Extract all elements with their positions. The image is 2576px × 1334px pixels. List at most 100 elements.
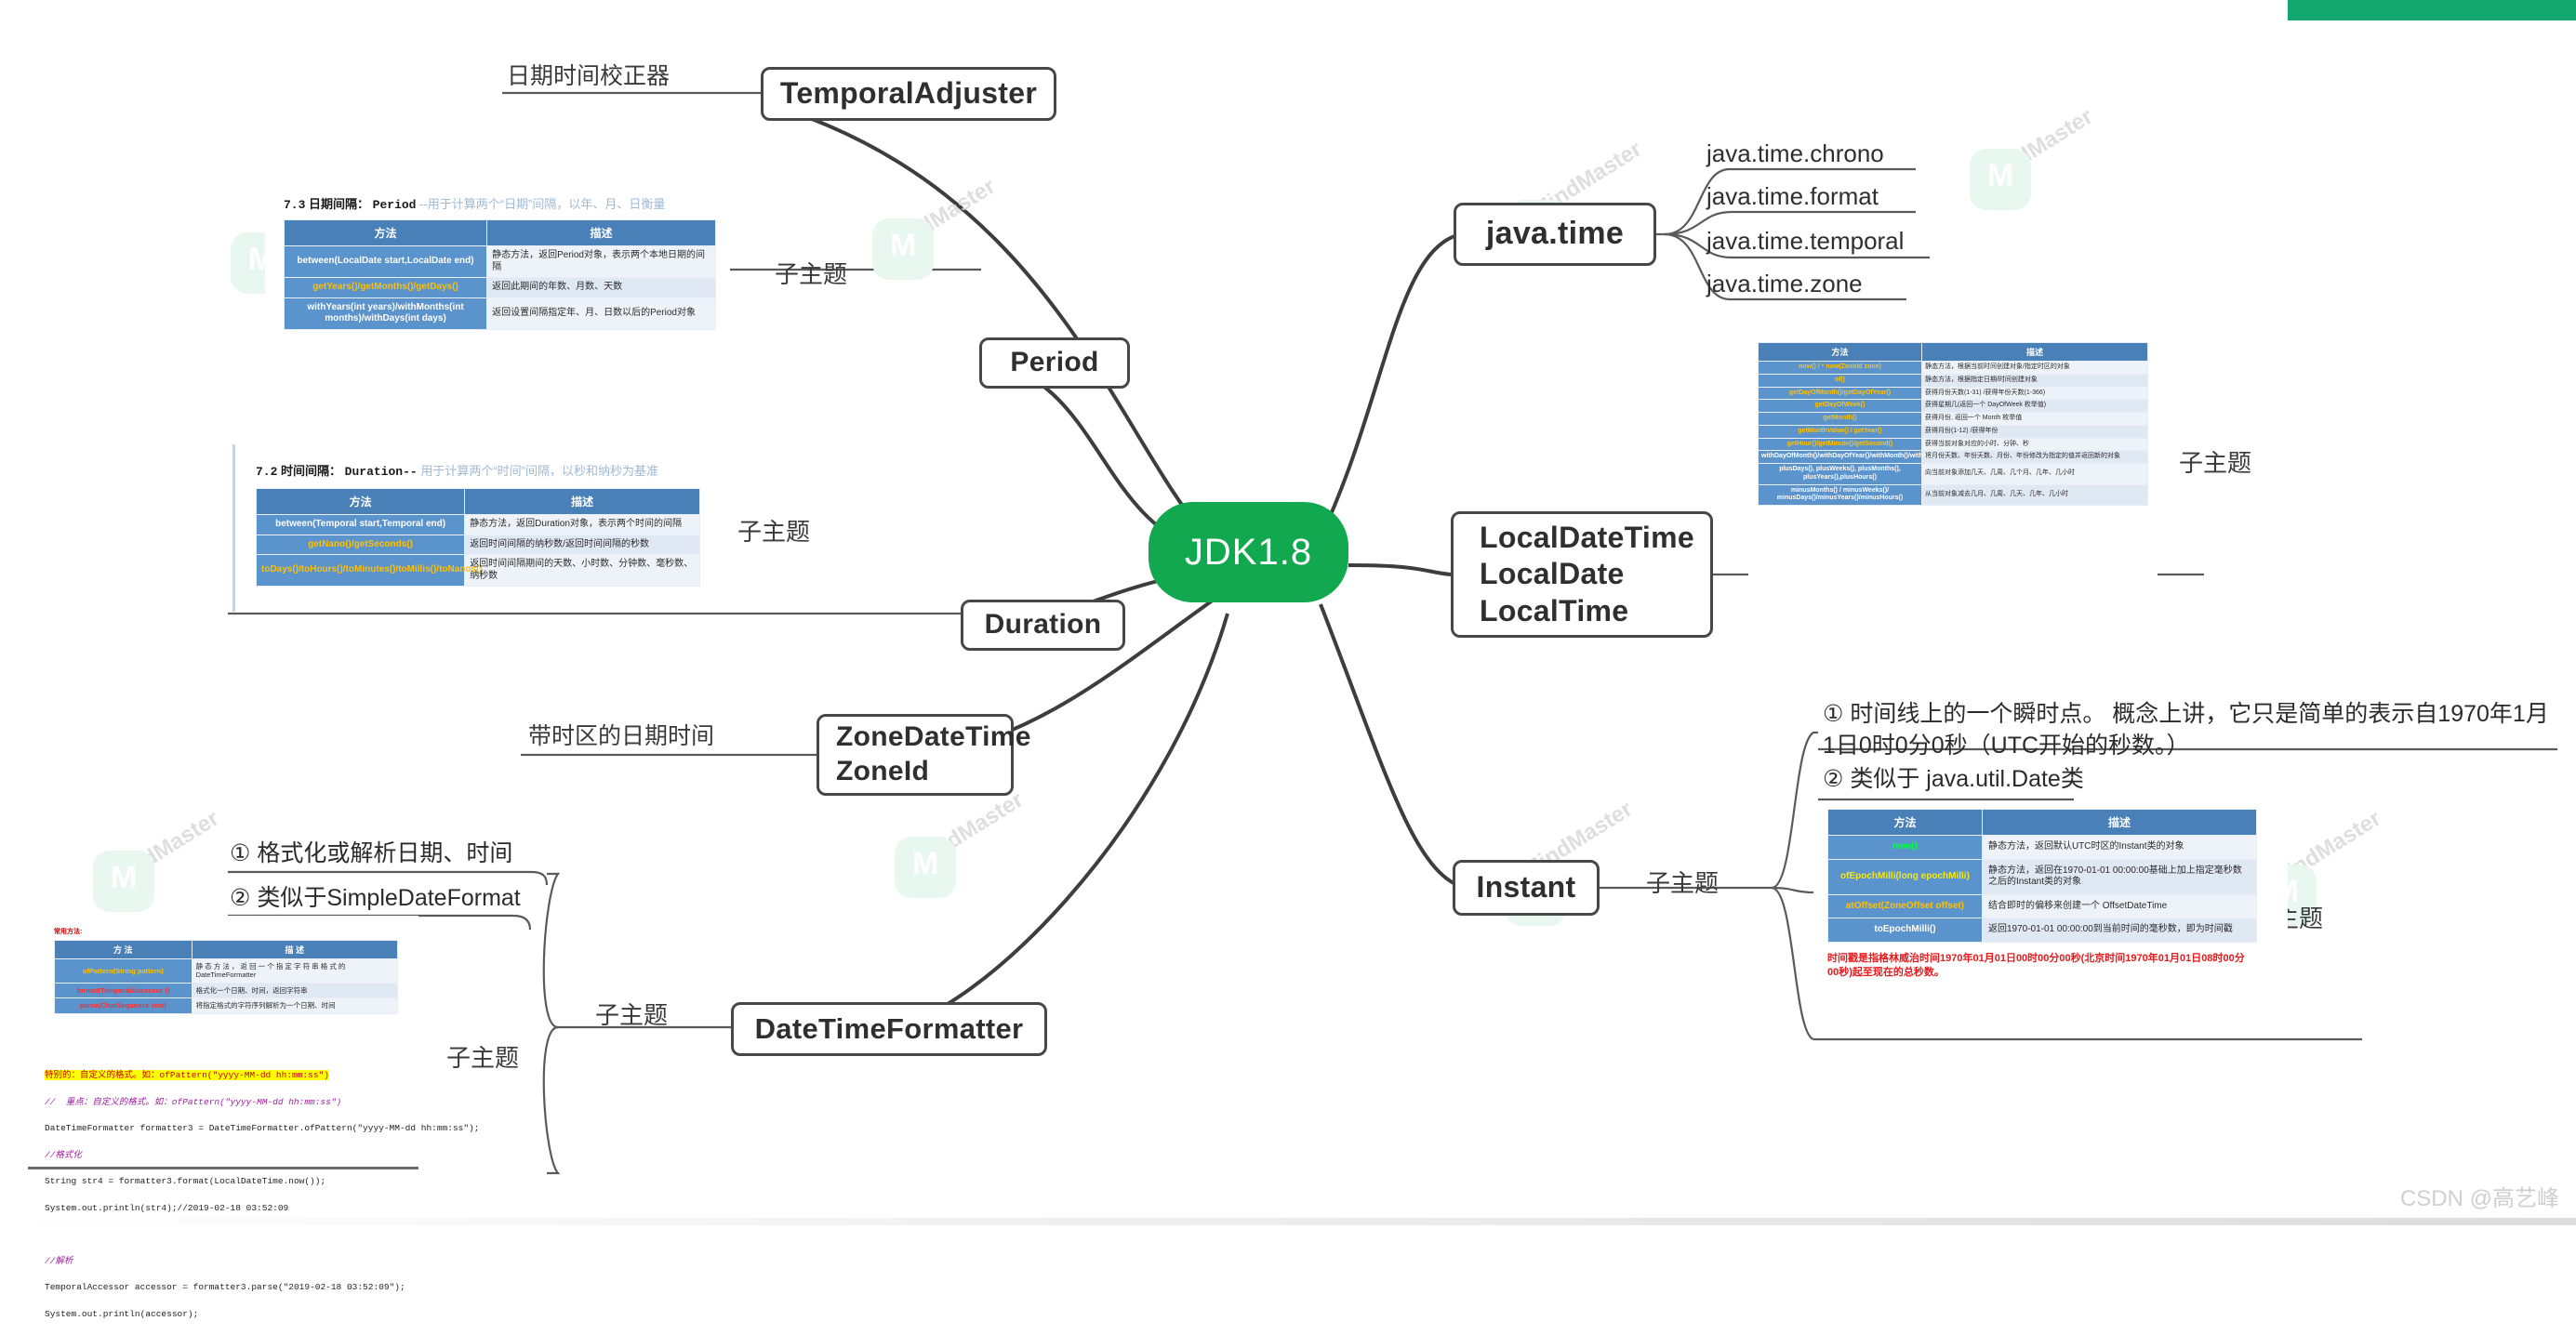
- table-row: toEpochMilli() 返回1970-01-01 00:00:00到当前时间…: [1827, 918, 2258, 943]
- node-duration[interactable]: Duration: [961, 600, 1125, 651]
- period-th-desc: 描述: [486, 219, 716, 246]
- caption-localdatetime: 子主题: [2179, 449, 2252, 477]
- top-accent-bar: [2288, 0, 2576, 20]
- code-line-3: //格式化: [45, 1149, 82, 1160]
- node-zonedatetime[interactable]: ZoneDateTime ZoneId: [817, 714, 1030, 796]
- table-row: toDays()/toHours()/toMinutes()/toMillis(…: [255, 554, 700, 587]
- node-period-label: Period: [1010, 347, 1099, 378]
- formatter-slide: 常用方法: 方 法 描 述 ofPattern(String pattern) 静…: [28, 916, 418, 1027]
- fmt-th-desc: 描 述: [191, 940, 399, 959]
- leaf-java-time-zone[interactable]: java.time.zone: [1706, 270, 1863, 298]
- ldt-row3-desc: 获得星期几(返回一个 DayOfWeek 枚举值): [1920, 399, 2149, 413]
- ldt-row6-desc: 获得当前对象对应的小时、分钟、秒: [1920, 437, 2149, 452]
- period-row0-desc: 静态方法，返回Period对象，表示两个本地日期的间隔: [486, 245, 716, 278]
- ldt-row6-method: getHour()/getMinute()/getSecond(): [1758, 437, 1922, 452]
- instant-method-table: 方法 描述 now() 静态方法，返回默认UTC时区的Instant类的对象 of…: [1827, 809, 2258, 943]
- node-java-time[interactable]: java.time: [1454, 203, 1656, 266]
- table-row: parse(CharSequence text) 将指定格式的字符序列解析为一个日…: [54, 997, 399, 1014]
- duration-title-num: 7.2: [256, 465, 278, 479]
- watermark-leaf-icon: [1970, 149, 2031, 210]
- period-title-class: Period: [372, 198, 417, 212]
- fmt-row2-method: parse(CharSequence text): [54, 997, 193, 1014]
- bottom-gradient-bar: [0, 1218, 2576, 1225]
- leaf-java-time-temporal[interactable]: java.time.temporal: [1706, 227, 1904, 256]
- ldt-row2-method: getDayOfMonth()/getDayOfYear(): [1758, 386, 1922, 401]
- formatter-code-slide: 特别的：自定义的格式。如：ofPattern("yyyy-MM-dd hh:mm…: [28, 1050, 479, 1319]
- duration-row0-method: between(Temporal start,Temporal end): [255, 514, 466, 535]
- period-row1-desc: 返回此期间的年数、月数、天数: [486, 277, 716, 298]
- period-row1-method: getYears()/getMonths()/getDays(): [283, 277, 488, 298]
- fmt-row1-method: format(TemporalAccessor t): [54, 982, 193, 999]
- duration-row1-desc: 返回时间间隔的纳秒数/返回时间间隔的秒数: [464, 534, 700, 555]
- watermark-mindmaster: MindMaster: [1978, 103, 2098, 192]
- ldt-row9-method: minusMonths() / minusWeeks()/ minusDays(…: [1758, 483, 1922, 506]
- instant-row0-method: now(): [1827, 835, 1983, 860]
- formatter-method-table: 方 法 描 述 ofPattern(String pattern) 静 态 方 法…: [54, 940, 399, 1014]
- leaf-java-time-chrono[interactable]: java.time.chrono: [1706, 139, 1884, 168]
- root-node-label: JDK1.8: [1184, 531, 1313, 573]
- node-localdatetime-line3: LocalTime: [1480, 593, 1629, 627]
- code-line-4: String str4 = formatter3.format(LocalDat…: [45, 1176, 326, 1187]
- root-node-jdk18[interactable]: JDK1.8: [1149, 502, 1348, 602]
- code-line-0: 特别的：自定义的格式。如：ofPattern("yyyy-MM-dd hh:mm…: [45, 1070, 329, 1081]
- caption-duration: 子主题: [737, 518, 811, 546]
- code-line-9: System.out.println(accessor);: [45, 1308, 199, 1319]
- caption-datetimeformatter: 子主题: [595, 1001, 669, 1029]
- table-row: minusMonths() / minusWeeks()/ minusDays(…: [1758, 483, 2149, 506]
- node-instant[interactable]: Instant: [1453, 860, 1600, 916]
- caption-instant: 子主题: [1646, 869, 1720, 897]
- ldt-row9-desc: 从当前对象减去几月、几周、几天、几年、几小时: [1920, 483, 2149, 506]
- node-temporal-adjuster[interactable]: TemporalAdjuster: [761, 67, 1056, 121]
- ldt-row1-desc: 静态方法，根据指定日期/时间创建对象: [1920, 373, 2149, 388]
- duration-method-table: 方法 描述 between(Temporal start,Temporal en…: [255, 488, 700, 587]
- mindmap-canvas: MindMaster MindMaster MindMaster MindMas…: [0, 0, 2576, 1319]
- ldt-row5-method: getMonthValue() / getYear(): [1758, 424, 1922, 439]
- node-datetimeformatter[interactable]: DateTimeFormatter: [731, 1002, 1047, 1056]
- ldt-row2-desc: 获得月份天数(1-31) /获得年份天数(1-366): [1920, 386, 2149, 401]
- formatter-slide-caption: 常用方法:: [54, 929, 83, 935]
- node-zonedatetime-line1: ZoneDateTime: [836, 721, 1031, 753]
- duration-title-main: 时间间隔：: [281, 464, 342, 478]
- table-row: now() / * now(ZoneId zone) 静态方法，根据当前时间创建对…: [1758, 361, 2149, 375]
- duration-row1-method: getNano()/getSeconds(): [255, 534, 466, 555]
- fmt-row1-desc: 格式化一个日期、时间，返回字符串: [191, 982, 399, 999]
- node-localdatetime-group[interactable]: LocalDateTime LocalDate LocalTime: [1451, 511, 1713, 638]
- period-slide-title: 7.3 日期间隔： Period --用于计算两个“日期”间隔，以年、月、日衡量: [284, 194, 730, 212]
- ldt-row1-method: of(): [1758, 373, 1922, 388]
- table-row: plusDays(), plusWeeks(), plusMonths(), p…: [1758, 463, 2149, 485]
- period-row2-desc: 返回设置间隔指定年、月、日数以后的Period对象: [486, 297, 716, 330]
- table-row: of() 静态方法，根据指定日期/时间创建对象: [1758, 373, 2149, 388]
- node-datetimeformatter-label: DateTimeFormatter: [754, 1012, 1024, 1046]
- instant-row1-desc: 静态方法，返回在1970-01-01 00:00:00基础上加上指定毫秒数之后的…: [1981, 858, 2258, 895]
- period-title-main: 日期间隔：: [309, 197, 370, 211]
- period-row2-method: withYears(int years)/withMonths(int mont…: [283, 297, 488, 330]
- watermark-leaf-icon: [872, 218, 934, 280]
- duration-th-method: 方法: [255, 488, 466, 515]
- formatter-note-1-text: ① 格式化或解析日期、时间: [230, 840, 513, 866]
- ldt-row5-desc: 获得月份(1-12) /获得年份: [1920, 424, 2149, 439]
- instant-row1-method: ofEpochMilli(long epochMilli): [1827, 858, 1983, 895]
- duration-title-desc: 用于计算两个“时间”间隔，以秒和纳秒为基准: [420, 464, 658, 478]
- instant-row2-desc: 结合即时的偏移来创建一个 OffsetDateTime: [1981, 893, 2258, 918]
- node-period[interactable]: Period: [979, 337, 1130, 389]
- leaf-java-time-format[interactable]: java.time.format: [1706, 182, 1879, 211]
- node-localdatetime-line2: LocalDate: [1480, 557, 1625, 591]
- watermark-leaf-icon: [93, 851, 154, 912]
- formatter-code-block: 特别的：自定义的格式。如：ofPattern("yyyy-MM-dd hh:mm…: [45, 1056, 479, 1334]
- table-row: between(LocalDate start,LocalDate end) 静…: [283, 245, 716, 278]
- node-zonedatetime-line2: ZoneId: [836, 756, 930, 786]
- instant-th-method: 方法: [1827, 809, 1983, 836]
- duration-row0-desc: 静态方法，返回Duration对象，表示两个时间的间隔: [464, 514, 700, 535]
- instant-note-1: ① 时间线上的一个瞬时点。 概念上讲，它只是简单的表示自1970年1月1日0时0…: [1823, 699, 2557, 762]
- fmt-th-method: 方 法: [54, 940, 193, 959]
- localdatetime-slide: 方法 描述 now() / * now(ZoneId zone) 静态方法，根据当…: [1748, 342, 2158, 579]
- table-row: between(Temporal start,Temporal end) 静态方…: [255, 514, 700, 535]
- formatter-note-2: ② 类似于SimpleDateFormat: [230, 879, 521, 913]
- table-row: ofPattern(String pattern) 静 态 方 法 ， 返 回 一…: [54, 958, 399, 984]
- instant-note-2-text: ② 类似于 java.util.Date类: [1823, 766, 2084, 792]
- fmt-row0-desc: 静 态 方 法 ， 返 回 一 个 指 定 字 符 串 格 式 的 DateTi…: [191, 958, 399, 984]
- code-line-1: // 重点：自定义的格式。如：ofPattern("yyyy-MM-dd hh:…: [45, 1096, 342, 1107]
- table-row: withYears(int years)/withMonths(int mont…: [283, 297, 716, 330]
- ldt-row7-desc: 将月份天数、年份天数、月份、年份修改为指定的值并返回新的对象: [1920, 450, 2149, 464]
- fmt-row2-desc: 将指定格式的字符序列解析为一个日期、时间: [191, 997, 399, 1014]
